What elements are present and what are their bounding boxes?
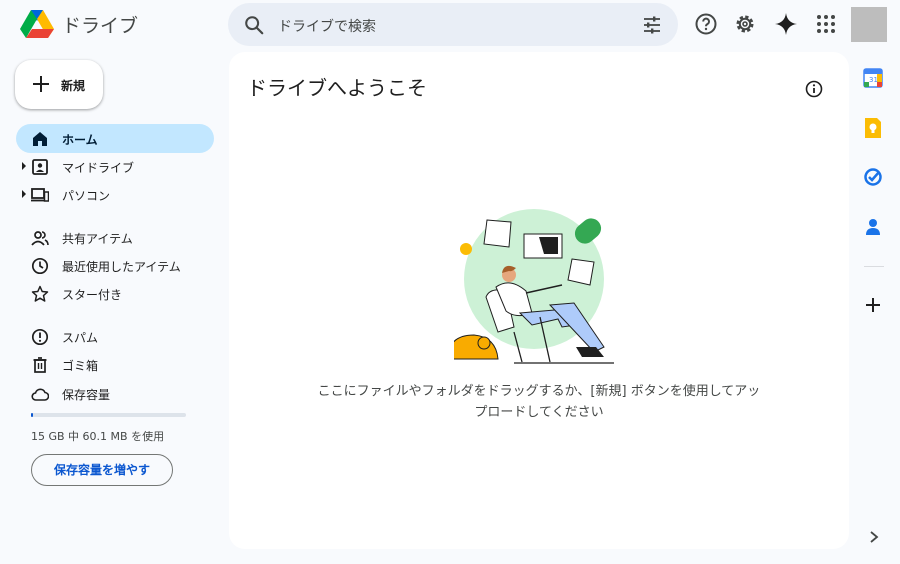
spam-icon	[31, 328, 49, 346]
sidebar-item-label: 保存容量	[62, 388, 111, 402]
sidebar-item-label: ゴミ箱	[62, 359, 99, 373]
sidebar-item-shared[interactable]: 共有アイテム	[16, 223, 214, 252]
sidebar-item-my-drive[interactable]: マイドライブ	[16, 152, 214, 181]
computers-icon	[31, 188, 49, 202]
sidebar-item-home[interactable]: ホーム	[16, 124, 214, 153]
sidebar-item-computers[interactable]: パソコン	[16, 180, 214, 209]
sidebar-item-starred[interactable]: スター付き	[16, 279, 214, 308]
help-icon[interactable]	[694, 12, 718, 36]
empty-state-line-1: ここにファイルやフォルダをドラッグするか、[新規] ボタンを使用してアッ	[317, 384, 761, 399]
storage-usage-bar	[31, 413, 186, 417]
sidebar-item-label: マイドライブ	[62, 161, 135, 175]
gemini-icon[interactable]	[774, 12, 798, 36]
expand-caret-icon[interactable]	[22, 190, 26, 198]
star-icon	[31, 285, 49, 302]
top-bar: ドライブ ドライブで検索	[0, 0, 900, 50]
new-button-label: 新規	[61, 79, 86, 93]
sidebar-item-trash[interactable]: ゴミ箱	[16, 350, 214, 379]
sidebar-item-spam[interactable]: スパム	[16, 322, 214, 351]
search-options-icon[interactable]	[642, 15, 662, 35]
my-drive-icon	[32, 159, 48, 175]
sidebar-item-label: スター付き	[62, 288, 123, 302]
home-icon	[33, 132, 47, 146]
trash-icon	[33, 357, 47, 373]
add-addon-icon[interactable]	[862, 294, 884, 316]
svg-text:31: 31	[869, 76, 878, 84]
drive-logo-icon[interactable]	[20, 9, 54, 39]
account-avatar[interactable]	[851, 7, 887, 42]
sidebar-item-label: 最近使用したアイテム	[62, 260, 181, 274]
empty-state-illustration	[454, 209, 614, 364]
sidebar-item-storage[interactable]: 保存容量	[16, 379, 214, 408]
side-panel-divider	[864, 266, 884, 267]
cloud-icon	[31, 388, 49, 401]
search-input[interactable]: ドライブで検索	[278, 16, 376, 36]
page-title: ドライブへようこそ	[247, 76, 427, 100]
sidebar-item-recent[interactable]: 最近使用したアイテム	[16, 251, 214, 280]
app-name[interactable]: ドライブ	[62, 11, 138, 38]
sidebar-item-label: パソコン	[62, 189, 111, 203]
info-icon[interactable]	[804, 79, 824, 99]
empty-state-message: ここにファイルやフォルダをドラッグするか、[新規] ボタンを使用してアッ プロー…	[279, 381, 799, 423]
apps-grid-icon[interactable]	[814, 12, 838, 36]
expand-caret-icon[interactable]	[22, 162, 26, 170]
contacts-icon[interactable]	[862, 216, 884, 238]
shared-icon	[31, 231, 49, 246]
keep-icon[interactable]	[862, 117, 884, 139]
plus-icon	[33, 76, 49, 92]
search-bar[interactable]: ドライブで検索	[228, 3, 678, 46]
sidebar-item-label: 共有アイテム	[62, 232, 133, 246]
tasks-icon[interactable]	[862, 166, 884, 188]
get-more-storage-button[interactable]: 保存容量を増やす	[31, 454, 173, 486]
storage-usage-fill	[31, 413, 33, 417]
sidebar-item-label: スパム	[62, 331, 99, 345]
empty-state-line-2: プロードしてください	[474, 405, 604, 420]
new-button[interactable]: 新規	[15, 60, 103, 109]
calendar-icon[interactable]: 31	[862, 67, 884, 89]
clock-icon	[31, 257, 49, 275]
settings-icon[interactable]	[733, 12, 757, 36]
sidebar-item-label: ホーム	[62, 133, 98, 147]
search-icon[interactable]	[243, 14, 265, 36]
main-panel: ドライブへようこそ ここにファイルやフォルダをドラッグするか、[新規] ボタンを…	[229, 52, 849, 549]
chevron-right-icon[interactable]	[867, 530, 881, 544]
storage-usage-text: 15 GB 中 60.1 MB を使用	[31, 430, 165, 443]
